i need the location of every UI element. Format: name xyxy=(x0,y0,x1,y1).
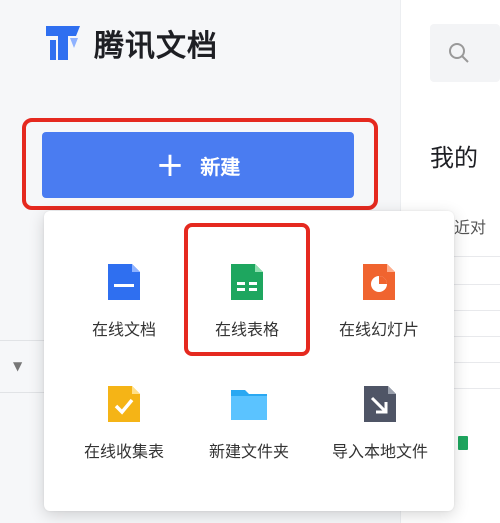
new-button-label: 新建 xyxy=(200,154,241,179)
sidebar-divider xyxy=(0,340,44,341)
brand-name: 腾讯文档 xyxy=(94,29,218,64)
menu-item-new-folder[interactable]: 新建文件夹 xyxy=(184,384,314,494)
form-icon xyxy=(108,386,140,422)
row-divider xyxy=(454,284,500,285)
import-icon xyxy=(364,386,396,422)
tencent-docs-logo-icon xyxy=(46,26,80,60)
sheet-file-icon xyxy=(458,436,468,450)
row-divider xyxy=(454,336,500,337)
row-divider xyxy=(454,310,500,311)
menu-item-label: 新建文件夹 xyxy=(208,442,289,461)
menu-item-label: 在线文档 xyxy=(91,320,156,339)
menu-item-online-slides[interactable]: 在线幻灯片 xyxy=(314,262,444,372)
section-title: 我的 xyxy=(430,144,478,172)
sidebar-divider xyxy=(0,392,44,393)
highlight-box-online-sheet xyxy=(184,223,310,356)
menu-item-import-local-file[interactable]: 导入本地文件 xyxy=(315,384,445,494)
row-divider xyxy=(454,256,500,257)
new-button[interactable]: + 新建 xyxy=(42,132,354,198)
menu-item-online-doc[interactable]: 在线文档 xyxy=(59,262,189,372)
row-divider xyxy=(454,362,500,363)
menu-item-label: 导入本地文件 xyxy=(331,442,428,461)
row-divider xyxy=(454,388,500,389)
brand-logo[interactable]: 腾讯文档 xyxy=(40,20,218,66)
search-icon xyxy=(449,43,469,63)
folder-icon xyxy=(231,390,267,420)
tab-recent[interactable]: 近对 xyxy=(454,214,486,238)
doc-icon xyxy=(108,264,140,300)
search-box[interactable] xyxy=(430,24,500,82)
slides-icon xyxy=(363,264,395,300)
collapse-arrow-icon[interactable]: ▼ xyxy=(13,359,22,373)
plus-icon: + xyxy=(155,145,185,185)
menu-item-label: 在线收集表 xyxy=(83,442,164,461)
menu-item-label: 在线幻灯片 xyxy=(338,320,419,339)
menu-item-online-form[interactable]: 在线收集表 xyxy=(59,384,189,494)
